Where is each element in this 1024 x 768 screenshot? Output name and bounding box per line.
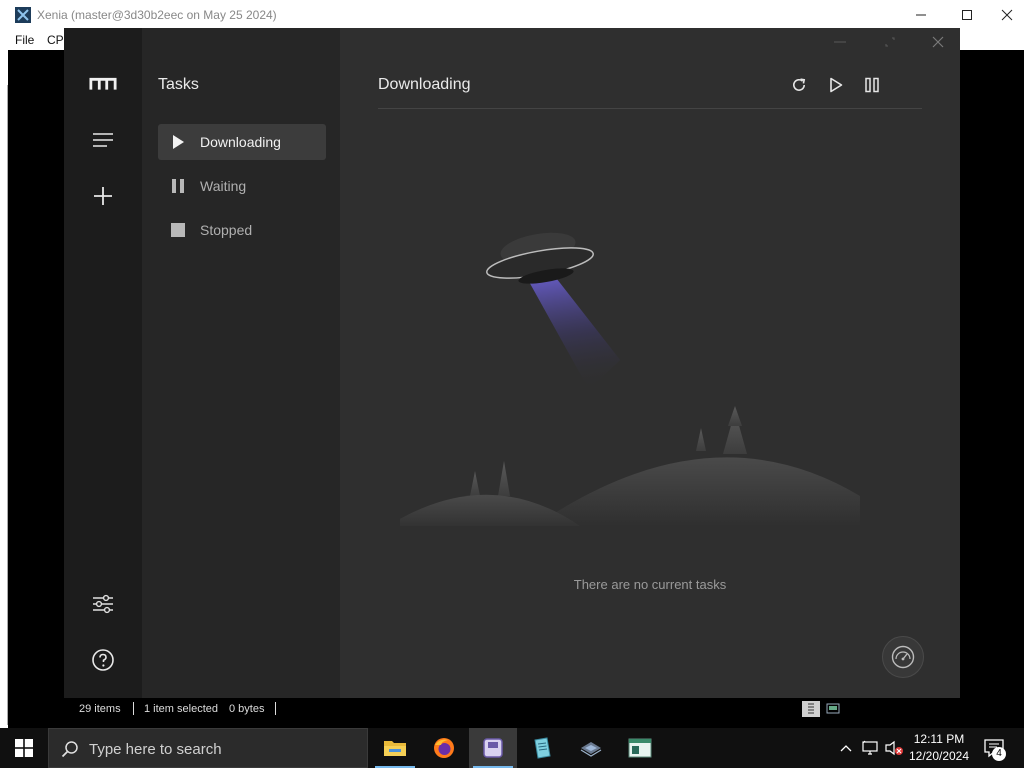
plus-icon: [94, 187, 112, 205]
question-circle-icon: [92, 649, 114, 671]
preferences-button[interactable]: [89, 590, 117, 618]
taskbar-search-box[interactable]: Type here to search: [48, 728, 368, 768]
menu-file[interactable]: File: [15, 33, 34, 47]
speaker-muted-icon: [885, 740, 903, 756]
maximize-button[interactable]: [944, 0, 990, 30]
windows-logo-icon: [15, 739, 33, 757]
close-button[interactable]: [990, 0, 1024, 30]
clock-time: 12:11 PM: [913, 732, 965, 746]
taskbar-window-app[interactable]: [616, 728, 664, 768]
clock-date: 12/20/2024: [908, 749, 970, 763]
taskbar-file-explorer[interactable]: [371, 728, 419, 768]
large-icons-view-icon[interactable]: [824, 701, 842, 717]
motrix-logo-icon[interactable]: [89, 70, 117, 98]
menu-cpu[interactable]: CP: [47, 33, 64, 47]
task-list-panel: Downloading There are no current tasks: [340, 28, 960, 698]
details-view-icon[interactable]: [802, 701, 820, 717]
play-icon: [173, 135, 184, 149]
tasks-title: Tasks: [158, 76, 199, 93]
nav-item-stopped[interactable]: Stopped: [158, 212, 326, 248]
selection-size: 0 bytes: [229, 703, 265, 715]
hamburger-menu-icon[interactable]: [89, 126, 117, 154]
close-icon: [1001, 9, 1013, 21]
window-maximize-button[interactable]: [880, 34, 900, 50]
sliders-icon: [93, 594, 113, 614]
app-icon: [483, 738, 503, 758]
add-task-button[interactable]: [89, 182, 117, 210]
speedometer-button[interactable]: [882, 636, 924, 678]
help-button[interactable]: [89, 646, 117, 674]
nav-item-label: Downloading: [200, 134, 281, 150]
panel-title: Downloading: [378, 76, 471, 93]
ufo-empty-illustration: [400, 232, 860, 526]
motrix-window: Tasks Downloading Waiting Stopped Downlo…: [64, 28, 960, 698]
minimize-icon: [916, 14, 926, 16]
notepad-icon: [534, 737, 551, 759]
nav-item-waiting[interactable]: Waiting: [158, 168, 326, 204]
window-icon: [628, 738, 652, 758]
speedometer-icon: [891, 645, 915, 669]
search-placeholder: Type here to search: [89, 741, 222, 758]
taskbar-firefox[interactable]: [420, 728, 468, 768]
start-button[interactable]: [0, 728, 48, 768]
window-title: Xenia (master@3d30b2eec on May 25 2024): [37, 8, 277, 22]
pause-all-button[interactable]: [861, 74, 883, 96]
xenia-titlebar[interactable]: Xenia (master@3d30b2eec on May 25 2024): [0, 0, 1024, 30]
pause-all-icon: [865, 77, 879, 93]
volume-button[interactable]: [884, 738, 904, 758]
network-icon: [862, 740, 878, 755]
stack-icon: [580, 742, 602, 757]
file-explorer-icon: [384, 741, 406, 756]
nav-item-downloading[interactable]: Downloading: [158, 124, 326, 160]
minimize-button[interactable]: [898, 0, 944, 30]
panel-divider: [378, 108, 922, 109]
expand-icon: [885, 37, 895, 47]
taskbar-stack-app[interactable]: [567, 728, 615, 768]
item-count: 29 items: [79, 703, 121, 715]
selection-info: 1 item selected: [144, 703, 218, 715]
refresh-icon: [793, 78, 806, 91]
nav-item-label: Waiting: [200, 178, 247, 194]
show-hidden-icons-button[interactable]: [836, 738, 856, 758]
system-clock[interactable]: 12:11 PM 12/20/2024: [906, 731, 972, 765]
resume-all-button[interactable]: [825, 74, 847, 96]
taskbar-notepad[interactable]: [518, 728, 566, 768]
xenia-app-icon: [15, 7, 31, 23]
notification-count-badge: 4: [992, 747, 1006, 761]
maximize-icon: [962, 10, 972, 20]
taskbar: Type here to search 12:11 PM 12/20/2024 …: [0, 728, 1024, 768]
chevron-up-icon: [840, 745, 852, 752]
task-category-nav: Tasks Downloading Waiting Stopped: [142, 28, 340, 698]
search-icon: [61, 741, 78, 758]
side-rail: [64, 28, 142, 698]
empty-state-text: There are no current tasks: [573, 577, 727, 592]
window-close-button[interactable]: [928, 34, 948, 50]
view-toggle: [802, 701, 842, 719]
refresh-button[interactable]: [788, 74, 810, 96]
stop-icon: [171, 223, 185, 237]
xenia-left-frame: [0, 50, 8, 728]
close-icon: [932, 36, 944, 48]
minimize-icon: [834, 41, 846, 43]
firefox-icon: [434, 738, 454, 758]
nav-item-label: Stopped: [200, 222, 253, 238]
resume-all-icon: [830, 77, 843, 93]
window-minimize-button[interactable]: [830, 34, 850, 50]
network-button[interactable]: [861, 738, 881, 758]
pause-icon: [172, 179, 184, 193]
taskbar-motrix[interactable]: [469, 728, 517, 768]
